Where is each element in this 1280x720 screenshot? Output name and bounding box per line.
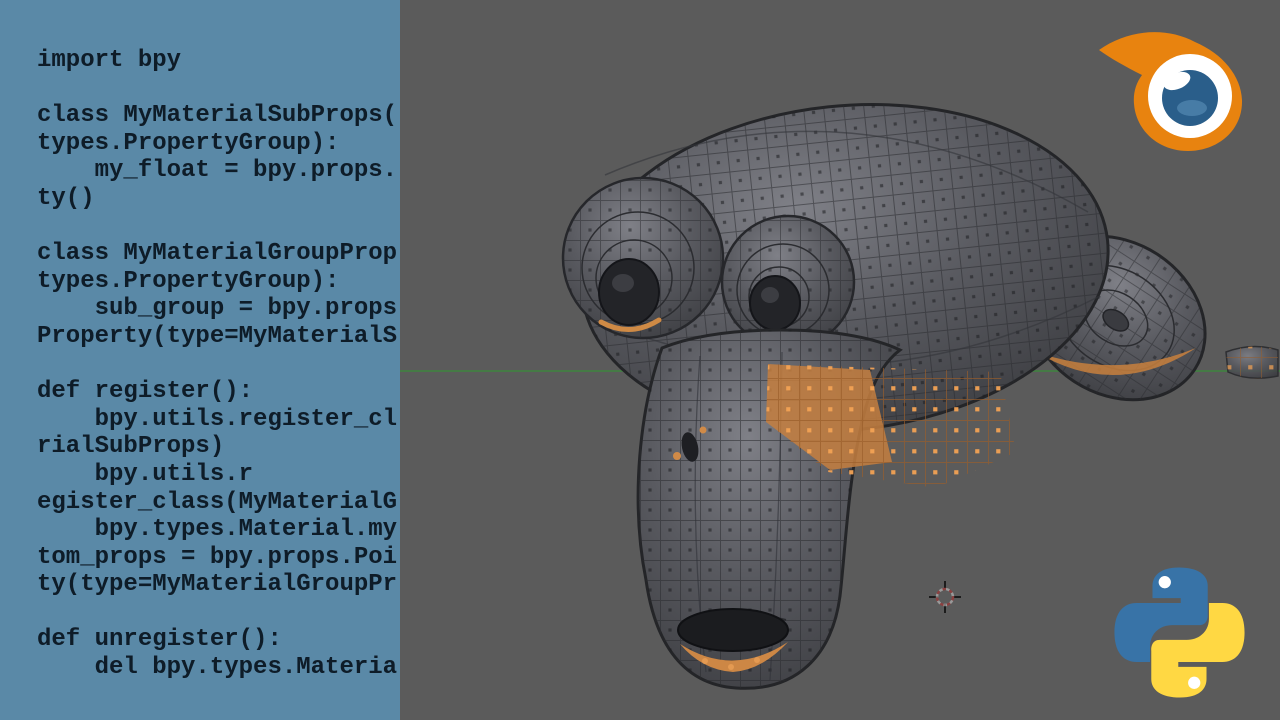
code-editor-panel[interactable]: import bpy class MyMaterialSubProps( typ…: [0, 0, 400, 720]
mesh-fragment-right: [1226, 346, 1278, 378]
screenshot-root: import bpy class MyMaterialSubProps( typ…: [0, 0, 1280, 720]
monkey-right-eye: [722, 216, 854, 348]
blender-logo-icon: [1095, 18, 1260, 158]
python-code: import bpy class MyMaterialSubProps( typ…: [0, 0, 400, 682]
monkey-left-eye: [563, 178, 723, 338]
python-logo-icon: [1112, 565, 1247, 700]
3d-cursor-icon: [929, 581, 961, 613]
